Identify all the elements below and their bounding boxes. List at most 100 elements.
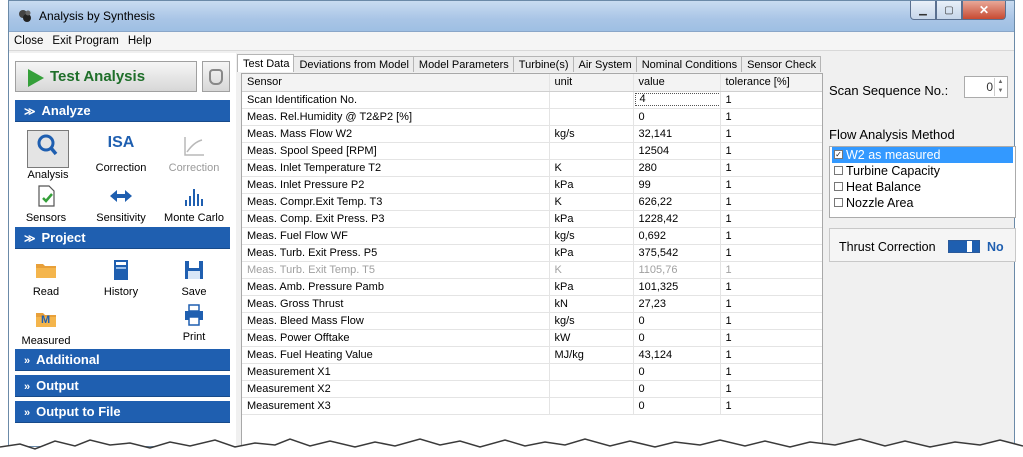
close-window-button[interactable]: ✕ bbox=[962, 1, 1006, 20]
section-output-header[interactable]: » Output bbox=[15, 375, 230, 397]
tab-deviations-from-model[interactable]: Deviations from Model bbox=[293, 56, 414, 72]
section-analyze-header[interactable]: ≫ Analyze bbox=[15, 100, 230, 122]
tool-measured[interactable]: M Measured bbox=[13, 307, 79, 347]
tool-sensitivity[interactable]: Sensitivity bbox=[88, 184, 154, 224]
cell-value[interactable]: 27,23 bbox=[633, 295, 721, 313]
cell-value[interactable]: 626,22 bbox=[633, 193, 721, 211]
flow-option-turbine-capacity[interactable]: Turbine Capacity bbox=[830, 163, 1015, 179]
cell-value[interactable]: 0 bbox=[633, 380, 721, 398]
flow-option-w2-measured[interactable]: ✓ W2 as measured bbox=[832, 147, 1013, 163]
cell-tolerance[interactable]: 1 bbox=[720, 210, 822, 228]
table-row[interactable]: Meas. Turb. Exit Press. P5 kPa 375,542 1 bbox=[242, 244, 822, 262]
cell-value[interactable]: 1228,42 bbox=[633, 210, 721, 228]
maximize-button[interactable]: ▢ bbox=[936, 1, 962, 20]
table-row[interactable]: Measurement X1 0 1 bbox=[242, 363, 822, 381]
menu-close[interactable]: Close bbox=[9, 32, 47, 47]
cell-value[interactable]: 0,692 bbox=[633, 227, 721, 245]
flow-option-heat-balance[interactable]: Heat Balance bbox=[830, 179, 1015, 195]
menu-help[interactable]: Help bbox=[123, 32, 156, 47]
tool-analysis[interactable]: Analysis bbox=[15, 130, 81, 181]
tool-sensors[interactable]: Sensors bbox=[13, 184, 79, 224]
cell-value[interactable]: 32,141 bbox=[633, 125, 721, 143]
cell-tolerance[interactable]: 1 bbox=[720, 261, 822, 279]
cell-tolerance[interactable]: 1 bbox=[720, 159, 822, 177]
cell-tolerance[interactable]: 1 bbox=[720, 397, 822, 415]
cell-tolerance[interactable]: 1 bbox=[720, 278, 822, 296]
cell-value[interactable]: 375,542 bbox=[633, 244, 721, 262]
table-row[interactable]: Meas. Fuel Flow WF kg/s 0,692 1 bbox=[242, 227, 822, 245]
tab-model-parameters[interactable]: Model Parameters bbox=[412, 56, 514, 72]
table-row[interactable]: Meas. Inlet Pressure P2 kPa 99 1 bbox=[242, 176, 822, 194]
section-project-header[interactable]: ≫ Project bbox=[15, 227, 230, 249]
column-header-value[interactable]: value bbox=[633, 74, 721, 92]
table-row[interactable]: Measurement X3 0 1 bbox=[242, 397, 822, 415]
test-analysis-button[interactable]: Test Analysis bbox=[15, 61, 197, 92]
cell-value[interactable]: 101,325 bbox=[633, 278, 721, 296]
flow-option-nozzle-area[interactable]: Nozzle Area bbox=[830, 195, 1015, 211]
cell-tolerance[interactable]: 1 bbox=[720, 244, 822, 262]
checkbox-icon[interactable] bbox=[834, 166, 843, 175]
table-row[interactable]: Scan Identification No. 4 1 bbox=[242, 91, 822, 109]
cell-value[interactable]: 280 bbox=[633, 159, 721, 177]
column-header-tolerance[interactable]: tolerance [%] bbox=[720, 74, 822, 92]
table-row[interactable]: Meas. Power Offtake kW 0 1 bbox=[242, 329, 822, 347]
minimize-button[interactable]: ▁ bbox=[910, 1, 936, 20]
cell-tolerance[interactable]: 1 bbox=[720, 363, 822, 381]
checkbox-icon[interactable] bbox=[834, 198, 843, 207]
cell-value[interactable]: 0 bbox=[633, 329, 721, 347]
cell-tolerance[interactable]: 1 bbox=[720, 380, 822, 398]
scan-sequence-value[interactable]: 0 bbox=[986, 80, 993, 94]
cell-value[interactable]: 0 bbox=[633, 397, 721, 415]
cell-tolerance[interactable]: 1 bbox=[720, 227, 822, 245]
chevron-down-icon[interactable]: ▼ bbox=[998, 88, 1004, 94]
cell-tolerance[interactable]: 1 bbox=[720, 142, 822, 160]
cell-tolerance[interactable]: 1 bbox=[720, 312, 822, 330]
table-row[interactable]: Meas. Fuel Heating Value MJ/kg 43,124 1 bbox=[242, 346, 822, 364]
tool-history[interactable]: History bbox=[88, 258, 154, 298]
cell-tolerance[interactable]: 1 bbox=[720, 295, 822, 313]
table-row[interactable]: Meas. Mass Flow W2 kg/s 32,141 1 bbox=[242, 125, 822, 143]
checkbox-icon[interactable] bbox=[834, 182, 843, 191]
column-header-unit[interactable]: unit bbox=[549, 74, 634, 92]
tab-turbines[interactable]: Turbine(s) bbox=[512, 56, 574, 72]
column-header-sensor[interactable]: Sensor bbox=[242, 74, 550, 92]
menu-exit-program[interactable]: Exit Program bbox=[47, 32, 122, 47]
table-row[interactable]: Meas. Bleed Mass Flow kg/s 0 1 bbox=[242, 312, 822, 330]
tab-sensor-check[interactable]: Sensor Check bbox=[741, 56, 822, 72]
cell-tolerance[interactable]: 1 bbox=[720, 346, 822, 364]
table-row[interactable]: Meas. Inlet Temperature T2 K 280 1 bbox=[242, 159, 822, 177]
cell-value[interactable]: 0 bbox=[633, 312, 721, 330]
cell-tolerance[interactable]: 1 bbox=[720, 193, 822, 211]
table-row[interactable]: Meas. Amb. Pressure Pamb kPa 101,325 1 bbox=[242, 278, 822, 296]
chevron-up-icon[interactable]: ▲ bbox=[998, 79, 1004, 85]
table-row[interactable]: Meas. Turb. Exit Temp. T5 K 1105,76 1 bbox=[242, 261, 822, 279]
table-row[interactable]: Meas. Compr.Exit Temp. T3 K 626,22 1 bbox=[242, 193, 822, 211]
cell-value[interactable]: 0 bbox=[633, 363, 721, 381]
scan-sequence-spinner[interactable]: 0 ▲ ▼ bbox=[964, 76, 1008, 98]
cell-value[interactable]: 99 bbox=[633, 176, 721, 194]
table-row[interactable]: Measurement X2 0 1 bbox=[242, 380, 822, 398]
table-row[interactable]: Meas. Comp. Exit Press. P3 kPa 1228,42 1 bbox=[242, 210, 822, 228]
cell-value[interactable]: 1105,76 bbox=[633, 261, 721, 279]
tool-save[interactable]: Save bbox=[161, 258, 227, 298]
cell-value[interactable]: 0 bbox=[633, 108, 721, 126]
tab-air-system[interactable]: Air System bbox=[572, 56, 637, 72]
tool-read[interactable]: Read bbox=[13, 258, 79, 298]
checkbox-checked-icon[interactable]: ✓ bbox=[834, 150, 843, 159]
tool-monte-carlo[interactable]: Monte Carlo bbox=[161, 184, 227, 224]
stop-button[interactable] bbox=[202, 61, 230, 92]
cell-value[interactable]: 4 bbox=[633, 91, 721, 109]
cell-tolerance[interactable]: 1 bbox=[720, 125, 822, 143]
cell-value[interactable]: 43,124 bbox=[633, 346, 721, 364]
spinner-arrows[interactable]: ▲ ▼ bbox=[994, 78, 1006, 96]
table-row[interactable]: Meas. Gross Thrust kN 27,23 1 bbox=[242, 295, 822, 313]
tool-print[interactable]: Print bbox=[161, 303, 227, 343]
cell-tolerance[interactable]: 1 bbox=[720, 329, 822, 347]
section-additional-header[interactable]: » Additional bbox=[15, 349, 230, 371]
cell-tolerance[interactable]: 1 bbox=[720, 108, 822, 126]
cell-tolerance[interactable]: 1 bbox=[720, 91, 822, 109]
table-row[interactable]: Meas. Spool Speed [RPM] 12504 1 bbox=[242, 142, 822, 160]
tool-isa-correction[interactable]: ISA Correction bbox=[88, 134, 154, 174]
thrust-correction-toggle[interactable] bbox=[948, 240, 980, 253]
cell-tolerance[interactable]: 1 bbox=[720, 176, 822, 194]
